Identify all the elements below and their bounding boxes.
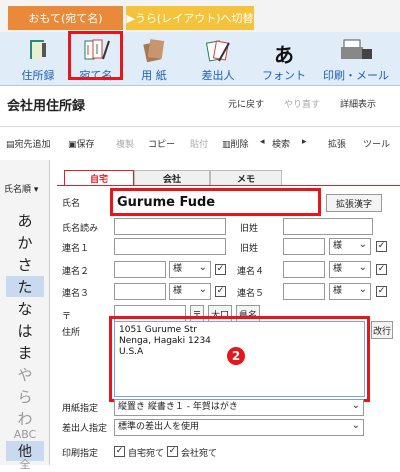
callout-badge-2: 2 [226,346,246,366]
kana-index-item[interactable]: わ [17,408,32,429]
kana-index-item[interactable]: ま [17,342,32,363]
name-value: Gurume Fude [117,195,216,210]
name-label: 氏名 [62,199,81,209]
delete-button[interactable]: ▥削除 [222,137,249,150]
save-icon: ▣ [68,140,77,150]
tab-company[interactable]: 会社 [134,170,210,185]
trash-icon: ▥ [222,140,231,150]
kana-index-item[interactable]: ら [17,386,32,407]
tool-button[interactable]: ツール [363,137,390,150]
joint-name-3-label: 連名３ [62,289,90,299]
ribbon-font-button[interactable]: あ フォント [254,34,314,86]
kana-index-item[interactable]: か [17,232,32,253]
old-surname-2-input[interactable] [283,238,325,255]
ribbon-sender-button[interactable]: 差出人 [188,34,248,86]
kana-index-item[interactable]: や [17,364,32,385]
joint-2-checkbox[interactable]: ✓ [215,264,226,275]
expand-button[interactable]: 拡張 [328,137,346,150]
font-icon: あ [274,43,294,67]
kana-index-item[interactable]: な [17,298,32,319]
zip-label: 〒 [62,312,72,322]
old-surname-label: 旧姓 [240,224,259,234]
joint-name-5-input[interactable] [283,283,325,300]
page-title: 会社用住所録 [7,99,86,114]
joint-name-4-label: 連名４ [237,267,265,277]
printer-icon [341,39,372,59]
joint-name-2-input[interactable] [114,261,166,278]
joint-name-1-input[interactable] [114,238,226,255]
name-reading-label: 氏名読み [62,224,99,234]
print-home-label: 自宅宛て [128,449,165,459]
honorific-select-4[interactable]: 様 [329,260,371,278]
ribbon-label: 住所録 [21,69,55,82]
joint-name-4-input[interactable] [283,261,325,278]
ribbon-label: 用 紙 [141,69,167,82]
prev-arrow-icon[interactable]: ◂ [260,137,265,147]
paper-setting-label: 用紙指定 [62,404,99,414]
sender-icon [205,40,230,62]
ribbon-label: 印刷・メール [323,69,389,82]
old-surname-input[interactable] [283,218,373,235]
kana-index-item[interactable]: 全 [20,456,31,472]
paste-button[interactable]: 貼付 [190,137,208,150]
tab-back-layout[interactable]: ▶うら(レイアウト)へ切替 [126,6,254,30]
honorific-select-2[interactable]: 様 [169,260,211,278]
tab-memo[interactable]: メモ [210,170,282,185]
detail-view-button[interactable]: 詳細表示 [340,97,376,110]
tab-front-address[interactable]: おもて(宛て名) [8,6,123,30]
search-button[interactable]: 検索 [272,137,290,150]
tab-home[interactable]: 自宅 [64,170,134,185]
joint-1-checkbox[interactable]: ✓ [376,241,387,252]
paper-setting-select[interactable]: 縦置き 縦書き１ - 年賀はがき [114,398,364,416]
ribbon-print-mail-button[interactable]: 印刷・メール [316,34,396,86]
add-address-button[interactable]: ▤宛先追加 [6,137,51,150]
joint-name-2-label: 連名２ [62,267,90,277]
paper-icon [143,39,165,63]
joint-name-1-label: 連名１ [62,244,90,254]
newline-button[interactable]: 改行 [371,321,393,339]
kana-index-item[interactable]: た [6,276,44,297]
highlight-atena-button [68,31,123,80]
kana-index-item[interactable]: さ [17,254,32,275]
joint-3-checkbox[interactable]: ✓ [215,286,226,297]
sender-setting-select[interactable]: 標準の差出人を使用 [114,418,364,436]
ribbon-label: フォント [262,69,306,82]
print-home-checkbox[interactable]: ✓ [114,446,125,457]
joint-5-checkbox[interactable]: ✓ [376,286,387,297]
old-surname-2-label: 旧姓 [240,244,259,254]
joint-name-3-input[interactable] [114,283,166,300]
duplicate-button[interactable]: 複製 [116,137,134,150]
save-button[interactable]: ▣保存 [68,137,95,150]
next-arrow-icon[interactable]: ▸ [302,137,307,147]
print-company-checkbox[interactable]: ✓ [167,446,178,457]
print-company-label: 会社宛て [181,449,218,459]
ribbon-address-book-button[interactable]: 住所録 [8,34,68,86]
kana-index-item[interactable]: は [17,320,32,341]
joint-name-5-label: 連名５ [237,289,265,299]
sender-setting-label: 差出人指定 [62,424,108,434]
extended-kanji-button[interactable]: 拡張漢字 [326,194,382,212]
print-setting-label: 印刷指定 [62,449,99,459]
name-reading-input[interactable] [114,218,226,235]
add-address-icon: ▤ [6,140,15,150]
address-label: 住所 [62,328,81,338]
copy-button[interactable]: コピー [148,137,175,150]
joint-4-checkbox[interactable]: ✓ [376,264,387,275]
undo-button[interactable]: 元に戻す [228,97,264,110]
honorific-select-3[interactable]: 様 [169,282,211,300]
redo-button[interactable]: やり直す [284,97,320,110]
honorific-select-5[interactable]: 様 [329,282,371,300]
ribbon-paper-button[interactable]: 用 紙 [124,34,184,86]
kana-index-item[interactable]: ABC [14,428,37,441]
ribbon-label: 差出人 [201,69,235,82]
kana-index-item[interactable]: あ [17,210,32,231]
sort-select[interactable]: 氏名順 ▾ [4,182,38,195]
honorific-select-1[interactable]: 様 [329,237,371,255]
address-book-icon [30,40,46,59]
